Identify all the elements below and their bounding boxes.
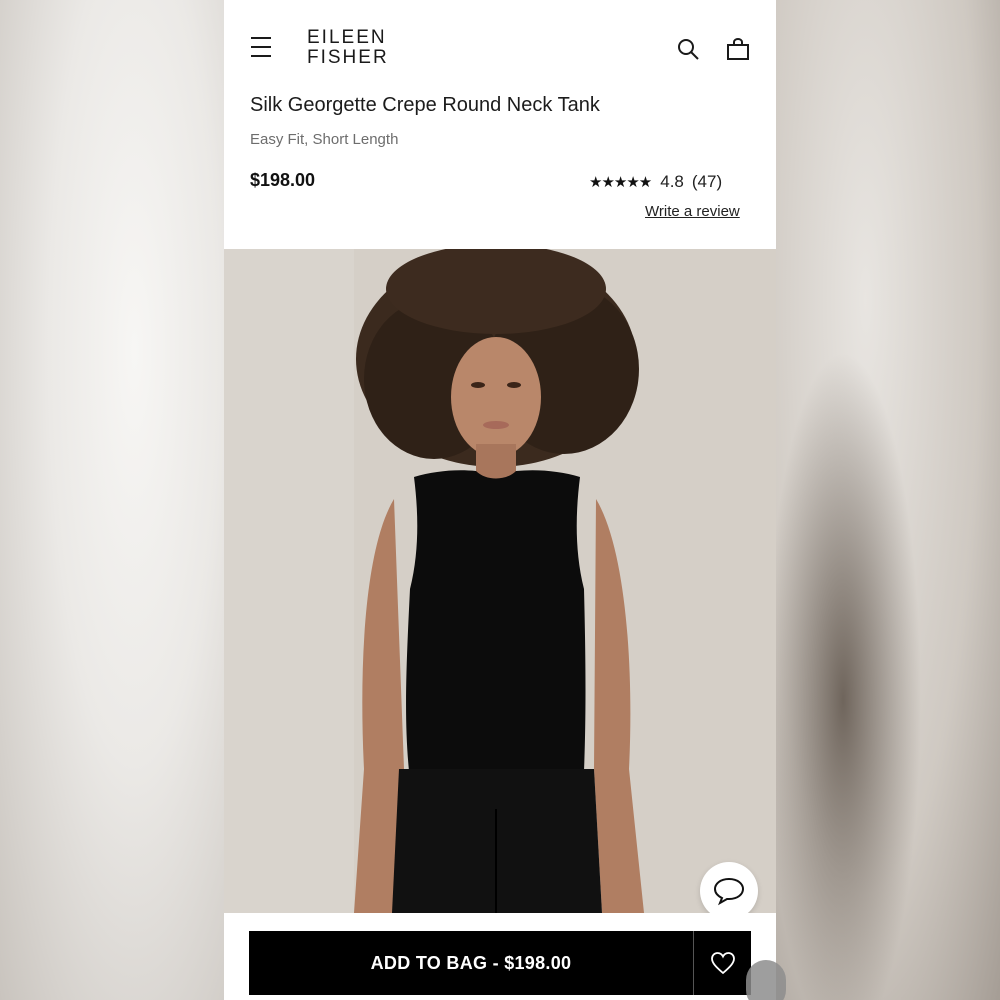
brand-logo[interactable]: EILEEN FISHER [307, 28, 389, 68]
brand-line-1: EILEEN [307, 27, 387, 48]
chat-button[interactable] [700, 862, 758, 920]
menu-icon[interactable] [251, 37, 271, 59]
rating-value: 4.8 [660, 172, 684, 191]
shopping-bag-icon[interactable] [726, 37, 750, 61]
header: EILEEN FISHER [224, 0, 776, 96]
brand-line-2: FISHER [307, 47, 389, 68]
background-blur-right [776, 0, 1000, 1000]
chat-icon [713, 877, 745, 906]
product-page: EILEEN FISHER Silk Georgette Crepe Round… [224, 0, 776, 1000]
product-rating[interactable]: ★★★★★ 4.8 (47) [589, 172, 722, 192]
search-icon[interactable] [676, 37, 700, 61]
write-review-link[interactable]: Write a review [645, 203, 740, 220]
rating-stars: ★★★★★ [589, 174, 652, 191]
product-photo[interactable] [224, 249, 776, 913]
product-title: Silk Georgette Crepe Round Neck Tank [250, 94, 600, 116]
product-price: $198.00 [250, 170, 316, 190]
scroll-handle[interactable] [746, 960, 786, 1000]
model-illustration [224, 249, 776, 913]
heart-icon [710, 952, 735, 975]
wishlist-button[interactable] [693, 931, 751, 995]
review-count: (47) [691, 172, 723, 191]
add-to-bag-button[interactable]: ADD TO BAG - $198.00 [249, 931, 693, 995]
purchase-bar: ADD TO BAG - $198.00 [224, 913, 776, 1000]
product-fit: Easy Fit, Short Length [250, 131, 399, 148]
background-blur-left [0, 0, 224, 1000]
